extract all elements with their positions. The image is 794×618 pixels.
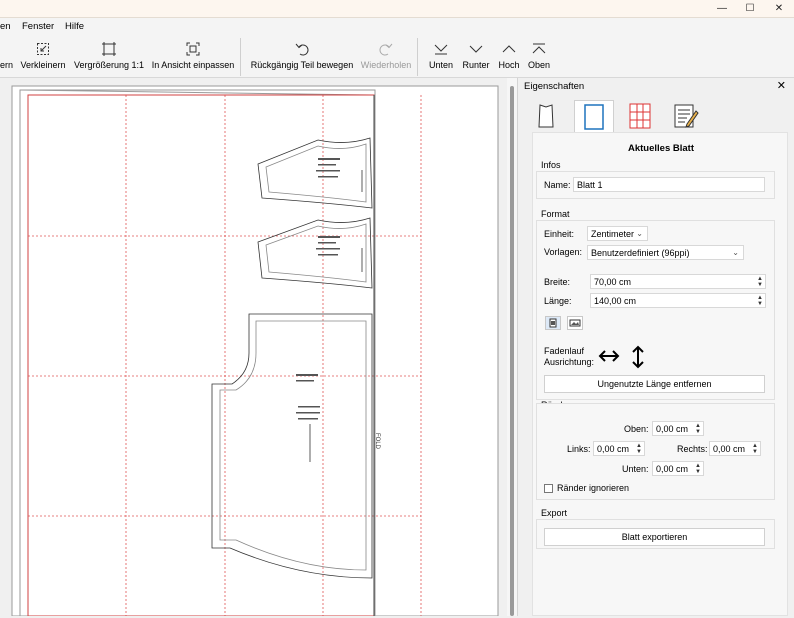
scrollbar-thumb[interactable] xyxy=(510,86,514,616)
close-window-button[interactable]: ✕ xyxy=(766,0,792,18)
move-up-button[interactable]: Hoch xyxy=(497,39,521,75)
margin-top-label: Oben: xyxy=(624,424,649,434)
tab-tiles-properties[interactable] xyxy=(620,100,660,132)
grainline-vertical-button[interactable] xyxy=(627,345,649,369)
redo-button[interactable]: Wiederholen xyxy=(360,39,412,75)
margin-right-label: Rechts: xyxy=(677,444,708,454)
properties-panel: Eigenschaften ✕ Aktuelles Blatt Infos Na… xyxy=(517,78,794,616)
menu-bar: en Fenster Hilfe xyxy=(0,18,794,36)
tiles-icon xyxy=(629,103,651,129)
toolbar-separator xyxy=(240,38,241,76)
minimize-button[interactable]: — xyxy=(709,0,735,18)
templates-select[interactable]: Benutzerdefiniert (96ppi) ⌄ xyxy=(587,245,744,260)
infos-group: Name: Blatt 1 xyxy=(536,171,775,199)
zoom-out-icon xyxy=(0,41,16,57)
margin-right-spinbox[interactable]: 0,00 cm ▲ ▼ xyxy=(709,441,761,456)
margin-bottom-spinbox[interactable]: 0,00 cm ▲ ▼ xyxy=(652,461,704,476)
chevron-down-icon: ⌄ xyxy=(636,229,643,238)
bring-to-top-button[interactable]: Oben xyxy=(527,39,551,75)
remove-unused-length-button[interactable]: Ungenutzte Länge entfernen xyxy=(544,375,765,393)
toolbar: ern Verkleinern Vergrößerung 1:1 In Ansi… xyxy=(0,36,794,78)
shrink-button[interactable]: Verkleinern xyxy=(20,39,66,75)
menu-item-edit[interactable]: en xyxy=(0,21,11,32)
length-spinbox[interactable]: 140,00 cm ▲ ▼ xyxy=(590,293,766,308)
vertical-arrows-icon xyxy=(632,345,644,369)
templates-label: Vorlagen: xyxy=(544,247,583,257)
margins-group: Oben: 0,00 cm ▲ ▼ Links: 0,00 cm ▲ ▼ Rechts:… xyxy=(536,403,775,500)
grainline-label-2: Ausrichtung: xyxy=(544,357,595,367)
spin-down-icon[interactable]: ▼ xyxy=(695,429,701,435)
spin-down-icon[interactable]: ▼ xyxy=(757,282,763,288)
zoom-out-button[interactable]: ern xyxy=(0,39,13,75)
fit-view-icon xyxy=(186,42,200,56)
notes-icon xyxy=(674,104,699,128)
tab-piece-properties[interactable] xyxy=(526,100,566,132)
toolbar-separator xyxy=(417,38,418,76)
layout-canvas[interactable]: FOLD xyxy=(0,78,507,617)
redo-icon xyxy=(379,43,393,56)
format-section-label: Format xyxy=(541,209,570,219)
fit-view-button[interactable]: In Ansicht einpassen xyxy=(152,39,234,75)
export-sheet-button[interactable]: Blatt exportieren xyxy=(544,528,765,546)
horizontal-arrows-icon xyxy=(598,350,620,362)
unit-label: Einheit: xyxy=(544,229,575,239)
chevron-down-icon: ⌄ xyxy=(732,248,739,257)
sheet-middle xyxy=(19,89,376,617)
name-label: Name: xyxy=(544,180,571,190)
zoom-1-1-button[interactable]: Vergrößerung 1:1 xyxy=(74,39,144,75)
portrait-icon xyxy=(549,318,557,328)
spin-down-icon[interactable]: ▼ xyxy=(695,469,701,475)
margin-left-spinbox[interactable]: 0,00 cm ▲ ▼ xyxy=(593,441,645,456)
sheet-view[interactable]: FOLD xyxy=(0,78,507,617)
portrait-button[interactable] xyxy=(545,316,561,330)
ignore-margins-label: Ränder ignorieren xyxy=(557,483,630,493)
margin-bottom-label: Unten: xyxy=(622,464,649,474)
canvas-vertical-scrollbar[interactable] xyxy=(507,78,517,616)
format-group: Einheit: Zentimeter ⌄ Vorlagen: Benutzerd… xyxy=(536,220,775,400)
chevron-up-icon xyxy=(502,45,516,53)
tab-sheet-properties[interactable] xyxy=(574,100,614,132)
panel-title: Eigenschaften xyxy=(524,81,585,92)
chevron-down-icon xyxy=(469,45,483,53)
export-section-label: Export xyxy=(541,508,568,518)
send-to-bottom-button[interactable]: Unten xyxy=(427,39,455,75)
menu-item-help[interactable]: Hilfe xyxy=(65,21,84,32)
landscape-icon xyxy=(569,319,581,327)
shrink-icon xyxy=(37,43,49,55)
undo-icon xyxy=(295,43,309,56)
move-top-icon xyxy=(532,43,546,54)
title-bar: — ☐ ✕ xyxy=(0,0,794,18)
grainline-horizontal-button[interactable] xyxy=(598,345,620,367)
width-label: Breite: xyxy=(544,277,571,287)
fold-label: FOLD xyxy=(374,433,380,450)
width-spinbox[interactable]: 70,00 cm ▲ ▼ xyxy=(590,274,766,289)
move-down-button[interactable]: Runter xyxy=(461,39,491,75)
ignore-margins-checkbox[interactable] xyxy=(544,484,553,493)
section-heading: Aktuelles Blatt xyxy=(628,143,694,154)
sheet-name-field[interactable]: Blatt 1 xyxy=(573,177,765,192)
tab-notes-properties[interactable] xyxy=(666,100,706,132)
undo-move-button[interactable]: Rückgängig Teil bewegen xyxy=(251,39,353,75)
maximize-button[interactable]: ☐ xyxy=(737,0,763,18)
grainline-label-1: Fadenlauf xyxy=(544,346,585,356)
close-panel-button[interactable]: ✕ xyxy=(777,79,786,92)
menu-item-window[interactable]: Fenster xyxy=(22,21,54,32)
move-bottom-icon xyxy=(434,44,448,55)
length-label: Länge: xyxy=(544,296,572,306)
infos-section-label: Infos xyxy=(541,160,561,170)
spin-down-icon[interactable]: ▼ xyxy=(757,301,763,307)
spin-down-icon[interactable]: ▼ xyxy=(752,449,758,455)
zoom-original-icon xyxy=(102,42,116,56)
margin-top-spinbox[interactable]: 0,00 cm ▲ ▼ xyxy=(652,421,704,436)
sheet-properties-body: Aktuelles Blatt Infos Name: Blatt 1 Form… xyxy=(532,132,788,616)
spin-down-icon[interactable]: ▼ xyxy=(636,449,642,455)
sheet-icon xyxy=(584,103,604,130)
piece-icon xyxy=(538,104,554,128)
margin-left-label: Links: xyxy=(567,444,591,454)
unit-select[interactable]: Zentimeter ⌄ xyxy=(587,226,648,241)
landscape-button[interactable] xyxy=(567,316,583,330)
export-group: Blatt exportieren xyxy=(536,519,775,549)
